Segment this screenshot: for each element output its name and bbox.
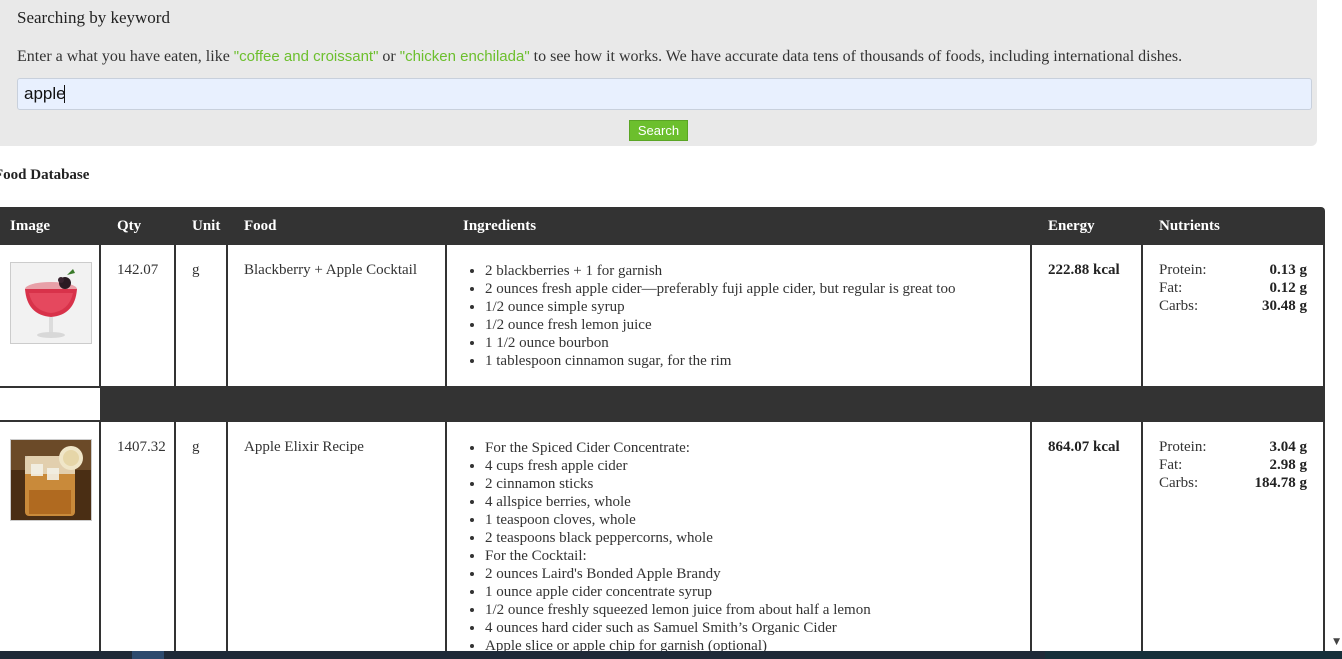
header-energy: Energy — [1048, 218, 1095, 234]
column-divider — [1030, 422, 1032, 651]
nutrient-label: Fat: — [1159, 280, 1183, 296]
list-item: 1/2 ounce fresh lemon juice — [485, 316, 955, 334]
column-divider — [174, 422, 176, 651]
table-spacer-row — [0, 386, 1325, 422]
column-divider — [226, 422, 228, 651]
list-item: 2 teaspoons black peppercorns, whole — [485, 529, 871, 547]
spacer-band — [100, 386, 1325, 422]
energy-value: 222.88 kcal — [1048, 262, 1120, 278]
list-item: 1 teaspoon cloves, whole — [485, 511, 871, 529]
list-item: Apple slice or apple chip for garnish (o… — [485, 637, 871, 651]
header-nutrients: Nutrients — [1159, 218, 1220, 234]
unit-value: g — [192, 439, 200, 455]
nutrient-value: 3.04 g — [1269, 439, 1308, 455]
header-image: Image — [10, 218, 50, 234]
help-text-after: to see how it works. We have accurate da… — [529, 48, 1183, 65]
column-divider — [99, 245, 101, 386]
list-item: 2 blackberries + 1 for garnish — [485, 262, 955, 280]
table-header-row: Image Qty Unit Food Ingredients Energy N… — [0, 207, 1325, 245]
list-item: 4 ounces hard cider such as Samuel Smith… — [485, 619, 871, 637]
section-heading: Food Database — [0, 167, 90, 183]
list-item: For the Cocktail: — [485, 547, 871, 565]
nutrient-label: Protein: — [1159, 262, 1207, 278]
table-row: 1407.32 g Apple Elixir Recipe For the Sp… — [0, 422, 1325, 651]
list-item: 2 cinnamon sticks — [485, 475, 871, 493]
header-food: Food — [244, 218, 277, 234]
search-title: Searching by keyword — [17, 8, 170, 27]
list-item: For the Spiced Cider Concentrate: — [485, 439, 871, 457]
header-unit: Unit — [192, 218, 221, 234]
column-divider — [1323, 245, 1325, 386]
energy-value: 864.07 kcal — [1048, 439, 1120, 455]
help-text-before: Enter a what you have eaten, like — [17, 48, 234, 65]
cocktail-photo-icon — [10, 262, 92, 344]
column-divider — [1141, 245, 1143, 386]
nutrient-value: 2.98 g — [1269, 457, 1308, 473]
qty-value: 142.07 — [117, 262, 159, 278]
nutrient-value: 0.13 g — [1269, 262, 1308, 278]
search-button[interactable]: Search — [629, 120, 688, 141]
search-panel: Searching by keyword Enter a what you ha… — [0, 0, 1317, 146]
header-qty: Qty — [117, 218, 142, 234]
column-divider — [1030, 245, 1032, 386]
header-ingredients: Ingredients — [463, 218, 537, 234]
ingredients-list: 2 blackberries + 1 for garnish 2 ounces … — [446, 262, 955, 370]
elixir-drink-photo-icon — [10, 439, 92, 521]
column-divider — [99, 422, 101, 651]
table-row: 142.07 g Blackberry + Apple Cocktail 2 b… — [0, 245, 1325, 386]
example-link-coffee[interactable]: "coffee and croissant" — [234, 48, 379, 65]
column-divider — [1323, 422, 1325, 651]
divider — [0, 386, 100, 388]
food-name: Apple Elixir Recipe — [244, 439, 364, 455]
list-item: 2 ounces fresh apple cider—preferably fu… — [485, 280, 955, 298]
column-divider — [1141, 422, 1143, 651]
search-input[interactable] — [17, 78, 1312, 110]
list-item: 1/2 ounce simple syrup — [485, 298, 955, 316]
list-item: 4 cups fresh apple cider — [485, 457, 871, 475]
nutrient-label: Protein: — [1159, 439, 1207, 455]
nutrient-label: Carbs: — [1159, 298, 1199, 314]
help-text-or: or — [378, 48, 400, 65]
list-item: 4 allspice berries, whole — [485, 493, 871, 511]
list-item: 1 tablespoon cinnamon sugar, for the rim — [485, 352, 955, 370]
list-item: 1/2 ounce freshly squeezed lemon juice f… — [485, 601, 871, 619]
food-name: Blackberry + Apple Cocktail — [244, 262, 417, 278]
scroll-down-arrow-icon[interactable]: ▼ — [1333, 637, 1340, 647]
example-link-enchilada[interactable]: "chicken enchilada" — [400, 48, 530, 65]
nutrient-label: Fat: — [1159, 457, 1183, 473]
text-caret — [64, 85, 65, 103]
nutrient-value: 184.78 g — [1254, 475, 1308, 491]
column-divider — [445, 422, 447, 651]
qty-value: 1407.32 — [117, 439, 166, 455]
ingredients-list: For the Spiced Cider Concentrate: 4 cups… — [446, 439, 871, 651]
taskbar-app-icon[interactable] — [132, 651, 164, 659]
nutrient-value: 30.48 g — [1262, 298, 1307, 314]
search-help-text: Enter a what you have eaten, like "coffe… — [17, 48, 1182, 66]
column-divider — [174, 245, 176, 386]
taskbar — [0, 651, 1342, 659]
food-table: Image Qty Unit Food Ingredients Energy N… — [0, 207, 1325, 651]
taskbar-tray — [1045, 651, 1342, 659]
list-item: 1 1/2 ounce bourbon — [485, 334, 955, 352]
column-divider — [226, 245, 228, 386]
column-divider — [445, 245, 447, 386]
nutrient-label: Carbs: — [1159, 475, 1199, 491]
list-item: 1 ounce apple cider concentrate syrup — [485, 583, 871, 601]
nutrient-value: 0.12 g — [1269, 280, 1308, 296]
list-item: 2 ounces Laird's Bonded Apple Brandy — [485, 565, 871, 583]
unit-value: g — [192, 262, 200, 278]
